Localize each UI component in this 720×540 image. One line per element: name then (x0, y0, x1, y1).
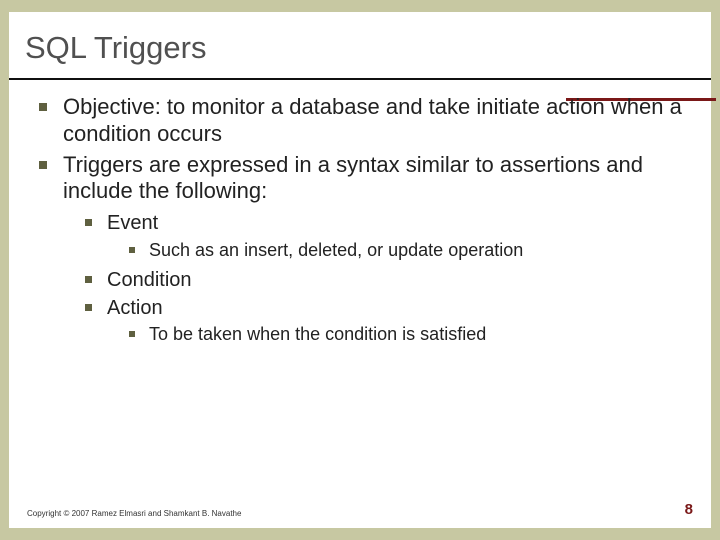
bullet-text: Objective: to monitor a database and tak… (63, 94, 682, 146)
page-number: 8 (685, 501, 693, 518)
bullet-item: Triggers are expressed in a syntax simil… (39, 152, 691, 347)
footer: Copyright © 2007 Ramez Elmasri and Shamk… (27, 501, 693, 518)
sub-bullet-item: Action To be taken when the condition is… (85, 296, 691, 346)
sub-sub-bullet-list: To be taken when the condition is satisf… (129, 324, 691, 346)
sub-sub-bullet-text: To be taken when the condition is satisf… (149, 324, 486, 344)
sub-bullet-item: Event Such as an insert, deleted, or upd… (85, 211, 691, 261)
sub-sub-bullet-text: Such as an insert, deleted, or update op… (149, 240, 523, 260)
title-underline (9, 78, 711, 80)
copyright-text: Copyright © 2007 Ramez Elmasri and Shamk… (27, 509, 241, 518)
sub-sub-bullet-item: To be taken when the condition is satisf… (129, 324, 691, 346)
sub-bullet-text: Action (107, 297, 163, 319)
bullet-list: Objective: to monitor a database and tak… (39, 94, 691, 346)
sub-sub-bullet-list: Such as an insert, deleted, or update op… (129, 240, 691, 262)
slide: SQL Triggers Objective: to monitor a dat… (9, 12, 711, 528)
sub-bullet-text: Condition (107, 269, 192, 291)
slide-title: SQL Triggers (9, 12, 711, 78)
sub-bullet-item: Condition (85, 268, 691, 292)
bullet-item: Objective: to monitor a database and tak… (39, 94, 691, 148)
sub-sub-bullet-item: Such as an insert, deleted, or update op… (129, 240, 691, 262)
sub-bullet-list: Event Such as an insert, deleted, or upd… (85, 211, 691, 346)
content-area: Objective: to monitor a database and tak… (9, 84, 711, 346)
bullet-text: Triggers are expressed in a syntax simil… (63, 152, 643, 204)
sub-bullet-text: Event (107, 212, 158, 234)
